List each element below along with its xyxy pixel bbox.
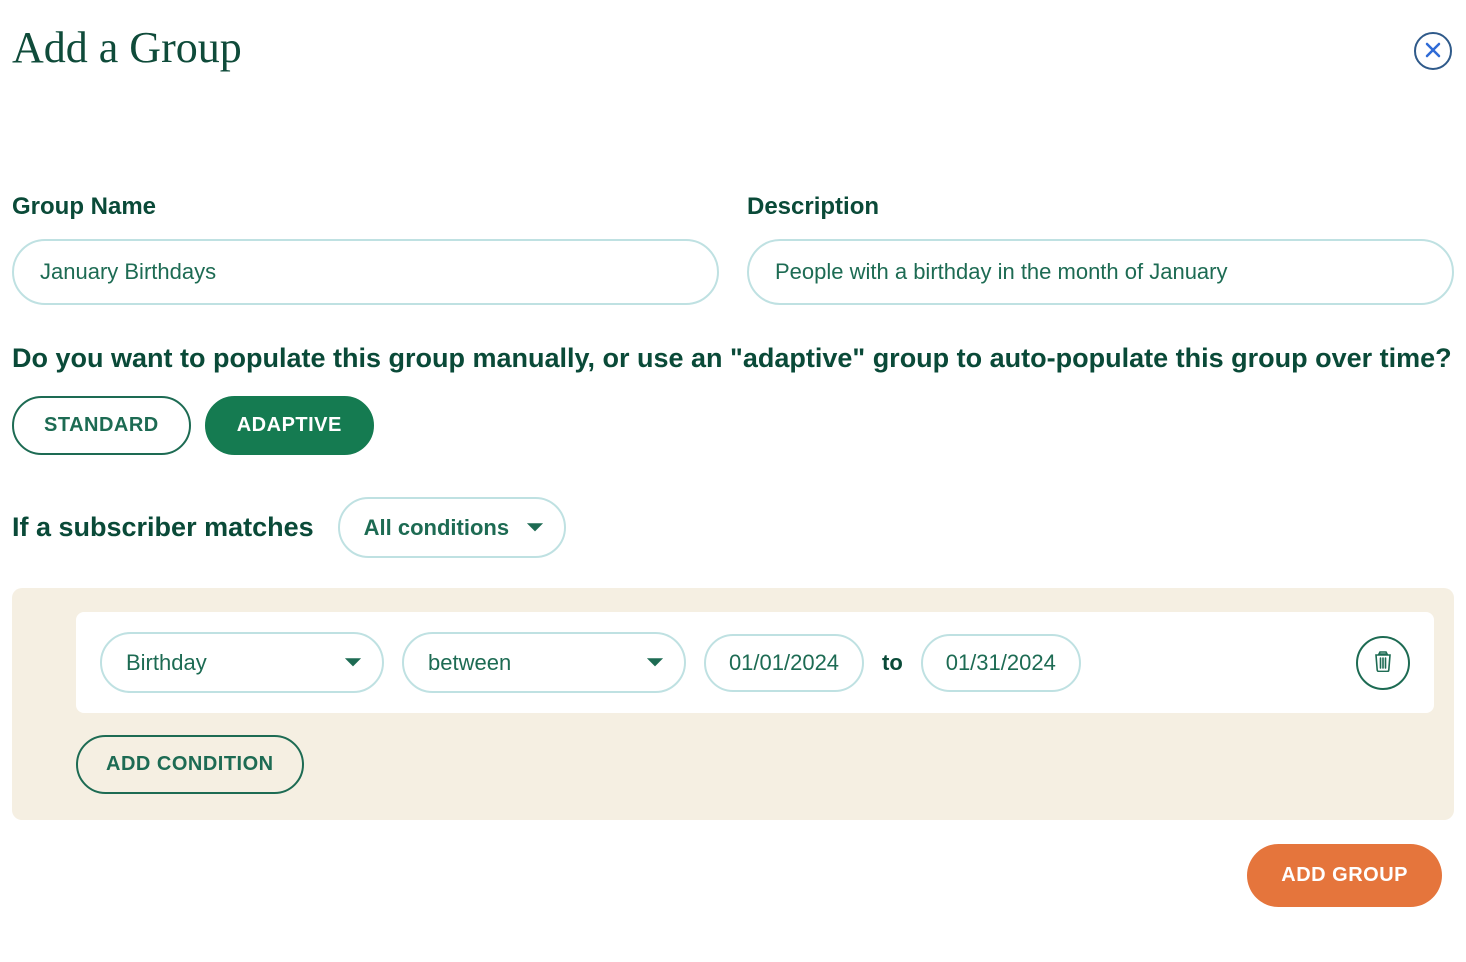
add-condition-button[interactable]: ADD CONDITION xyxy=(76,735,304,794)
standard-toggle[interactable]: STANDARD xyxy=(12,396,191,455)
add-group-button[interactable]: ADD GROUP xyxy=(1247,844,1442,907)
group-name-input[interactable] xyxy=(12,239,719,305)
close-icon xyxy=(1425,42,1441,61)
page-title: Add a Group xyxy=(12,22,1466,73)
match-mode-select[interactable]: All conditions xyxy=(340,499,564,556)
condition-row: Birthday between to xyxy=(76,612,1434,713)
close-button[interactable] xyxy=(1414,32,1452,70)
description-input[interactable] xyxy=(747,239,1454,305)
conditions-panel: Birthday between to ADD CONDITION xyxy=(12,588,1454,820)
condition-operator-select[interactable]: between xyxy=(404,634,684,691)
trash-icon xyxy=(1373,650,1393,675)
match-mode-select-wrapper[interactable]: All conditions xyxy=(338,497,566,558)
date-from-input[interactable] xyxy=(704,634,864,692)
description-label: Description xyxy=(747,193,1454,221)
delete-condition-button[interactable] xyxy=(1356,636,1410,690)
condition-operator-select-wrapper[interactable]: between xyxy=(402,632,686,693)
condition-field-select-wrapper[interactable]: Birthday xyxy=(100,632,384,693)
date-to-input[interactable] xyxy=(921,634,1081,692)
match-prefix-label: If a subscriber matches xyxy=(12,512,314,543)
group-type-question: Do you want to populate this group manua… xyxy=(12,343,1454,374)
adaptive-toggle[interactable]: ADAPTIVE xyxy=(205,396,374,455)
date-range-to-label: to xyxy=(882,650,903,676)
group-name-label: Group Name xyxy=(12,193,719,221)
condition-field-select[interactable]: Birthday xyxy=(102,634,382,691)
